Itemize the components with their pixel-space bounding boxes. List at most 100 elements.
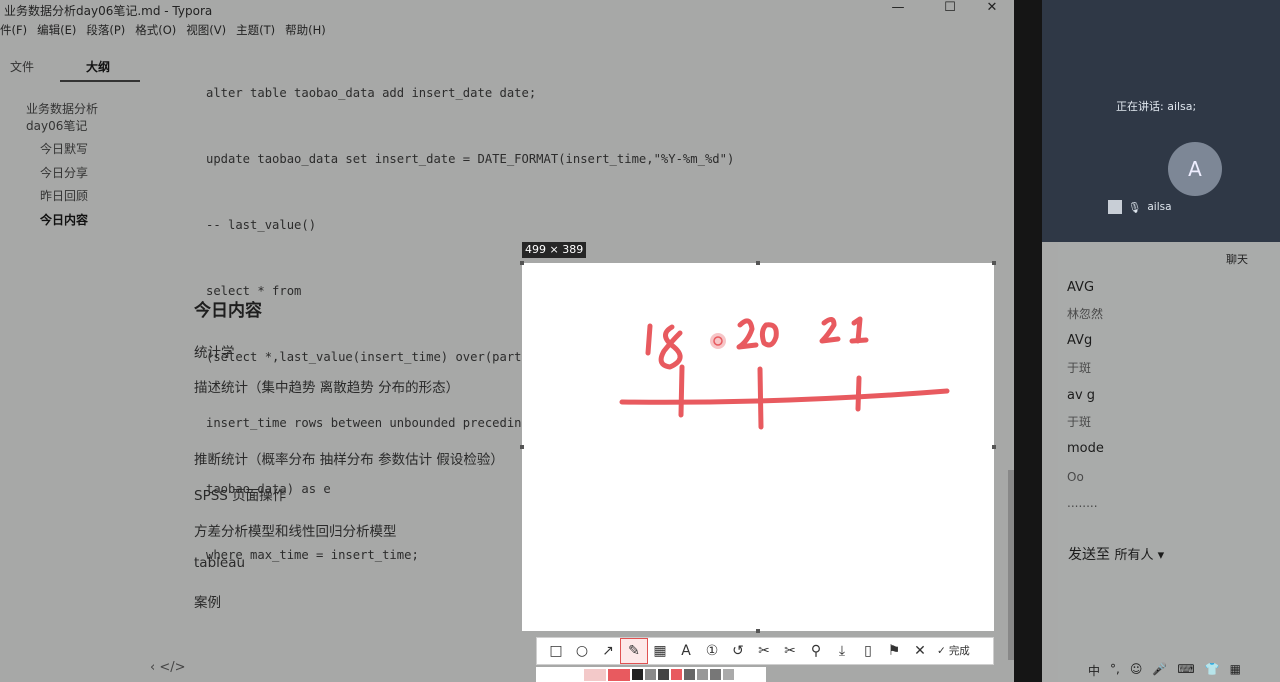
outline-item-review[interactable]: 昨日回顾 [40,187,88,204]
skin-icon[interactable]: 👕 [1205,662,1220,679]
close-icon[interactable]: ✕ [907,639,933,663]
pin-icon[interactable]: ⚲ [803,639,829,663]
color-swatch[interactable] [658,669,669,680]
color-swatch[interactable] [608,668,630,681]
drawn-tick-mark [855,375,862,412]
chat-sender: 林忽然 [1067,307,1104,321]
chat-sender: 于斑 [1067,415,1092,429]
chat-sender: Oo [1067,470,1084,484]
cursor-indicator [710,333,726,349]
tab-outline[interactable]: 大纲 [86,58,110,75]
doc-paragraph: 统计学 [194,345,235,361]
window-divider [1014,0,1042,682]
color-swatch[interactable] [684,669,695,680]
menu-paragraph[interactable]: 段落(P) [86,22,125,42]
capture-size-label: 499 × 389 [522,242,587,258]
menu-file[interactable]: 件(F) [0,22,27,42]
arrow-tool-icon[interactable]: ↗ [595,639,621,663]
mosaic-tool-icon[interactable]: ▦ [647,639,673,663]
participant-tag: 🎙 ailsa [1108,200,1172,214]
color-swatch[interactable] [723,669,734,680]
tab-underline [60,80,140,82]
chat-ellipsis: ........ [1067,496,1098,510]
chat-message: AVG [1067,280,1095,295]
phone-icon[interactable]: ▯ [855,639,881,663]
capture-toolbar: □ ○ ↗ ✎ ▦ A ① ↺ ✂ ✂ ⚲ ⤓ ▯ ⚑ ✕ ✓ 完成 [536,637,994,665]
chat-message: mode [1067,441,1104,456]
pen-tool-icon[interactable]: ✎ [620,638,648,664]
color-swatch[interactable] [584,668,606,681]
text-tool-icon[interactable]: A [673,639,699,663]
outline-item-today-content[interactable]: 今日内容 [40,211,88,228]
outline-item-title-line1[interactable]: 业务数据分析 [26,100,98,117]
doc-paragraph: tableau [194,555,246,571]
send-to-selector[interactable]: 发送至 所有人 ▾ [1068,544,1164,564]
resize-handle[interactable] [756,261,760,265]
number-tool-icon[interactable]: ① [699,639,725,663]
drawn-tick-mark [678,364,685,418]
outline-item-dictation[interactable]: 今日默写 [40,140,88,157]
capture-region[interactable] [522,263,994,631]
scissors-icon[interactable]: ✂ [777,639,803,663]
drawn-axis-line [619,388,950,405]
menu-edit[interactable]: 编辑(E) [37,22,76,42]
tab-files[interactable]: 文件 [10,58,34,75]
drawn-tick-mark [757,366,764,430]
cut-icon[interactable]: ✂ [751,639,777,663]
drawn-number-18 [645,323,683,370]
grid-icon[interactable]: ▦ [1230,662,1241,679]
chat-sender: 于斑 [1067,361,1092,375]
rectangle-tool-icon[interactable]: □ [543,639,569,663]
send-to-value[interactable]: 所有人 ▾ [1114,548,1164,563]
maximize-button[interactable]: ☐ [930,0,970,18]
resize-handle[interactable] [992,261,996,265]
check-icon: ✓ [937,645,946,657]
minimize-button[interactable]: — [878,0,918,18]
outline-item-title-line2[interactable]: day06笔记 [26,117,87,134]
ellipse-tool-icon[interactable]: ○ [569,639,595,663]
doc-paragraph: SPSS 页面操作 [194,488,287,504]
doc-paragraph: 描述统计（集中趋势 离散趋势 分布的形态） [194,380,460,396]
close-button[interactable]: ✕ [972,0,1012,18]
title-bar: 业务数据分析day06笔记.md - Typora [0,0,1012,20]
bookmark-icon[interactable]: ⚑ [881,639,907,663]
ime-punct-icon[interactable]: °, [1110,662,1120,679]
download-icon[interactable]: ⤓ [829,639,855,663]
color-swatch[interactable] [632,669,643,680]
drawn-number-20 [736,318,779,350]
code-line: alter table taobao_data add insert_date … [206,86,537,100]
mic-icon: 🎙 [1128,201,1142,214]
done-label: 完成 [948,645,970,657]
outline-item-sharing[interactable]: 今日分享 [40,164,88,181]
menu-format[interactable]: 格式(O) [135,22,176,42]
resize-handle[interactable] [520,445,524,449]
resize-handle[interactable] [992,445,996,449]
chat-title: 聊天 [1226,253,1248,266]
ime-chinese-icon[interactable]: 中 [1088,662,1100,679]
sidebar-tabs: 文件 大纲 [0,42,180,82]
color-swatch[interactable] [697,669,708,680]
mic-icon[interactable]: 🎤 [1152,662,1167,679]
done-button[interactable]: ✓ 完成 [933,639,974,663]
color-swatch[interactable] [710,669,721,680]
resize-handle[interactable] [520,261,524,265]
code-line: -- last_value() [206,218,317,232]
participant-name: ailsa [1147,201,1172,213]
doc-paragraph: 方差分析模型和线性回归分析模型 [194,524,397,540]
keyboard-icon[interactable]: ⌨ [1177,662,1194,679]
undo-icon[interactable]: ↺ [725,639,751,663]
send-to-label: 发送至 [1068,547,1110,563]
doc-paragraph: 案例 [194,595,221,611]
chat-message: av g [1067,388,1096,403]
whiteboard-drawing [619,316,950,430]
doc-paragraph: 推断统计（概率分布 抽样分布 参数估计 假设检验） [194,452,504,468]
color-palette [536,667,766,682]
emoji-icon[interactable]: ☺ [1130,662,1143,679]
drawn-number-21 [819,316,869,344]
sidebar: 文件 大纲 业务数据分析 day06笔记 今日默写 今日分享 昨日回顾 今日内容 [0,42,180,682]
color-swatch[interactable] [671,669,682,680]
source-mode-toggle[interactable]: ‹ </> [150,660,186,675]
color-swatch[interactable] [645,669,656,680]
resize-handle[interactable] [756,629,760,633]
speaking-indicator: 正在讲话: ailsa; [1116,100,1197,113]
